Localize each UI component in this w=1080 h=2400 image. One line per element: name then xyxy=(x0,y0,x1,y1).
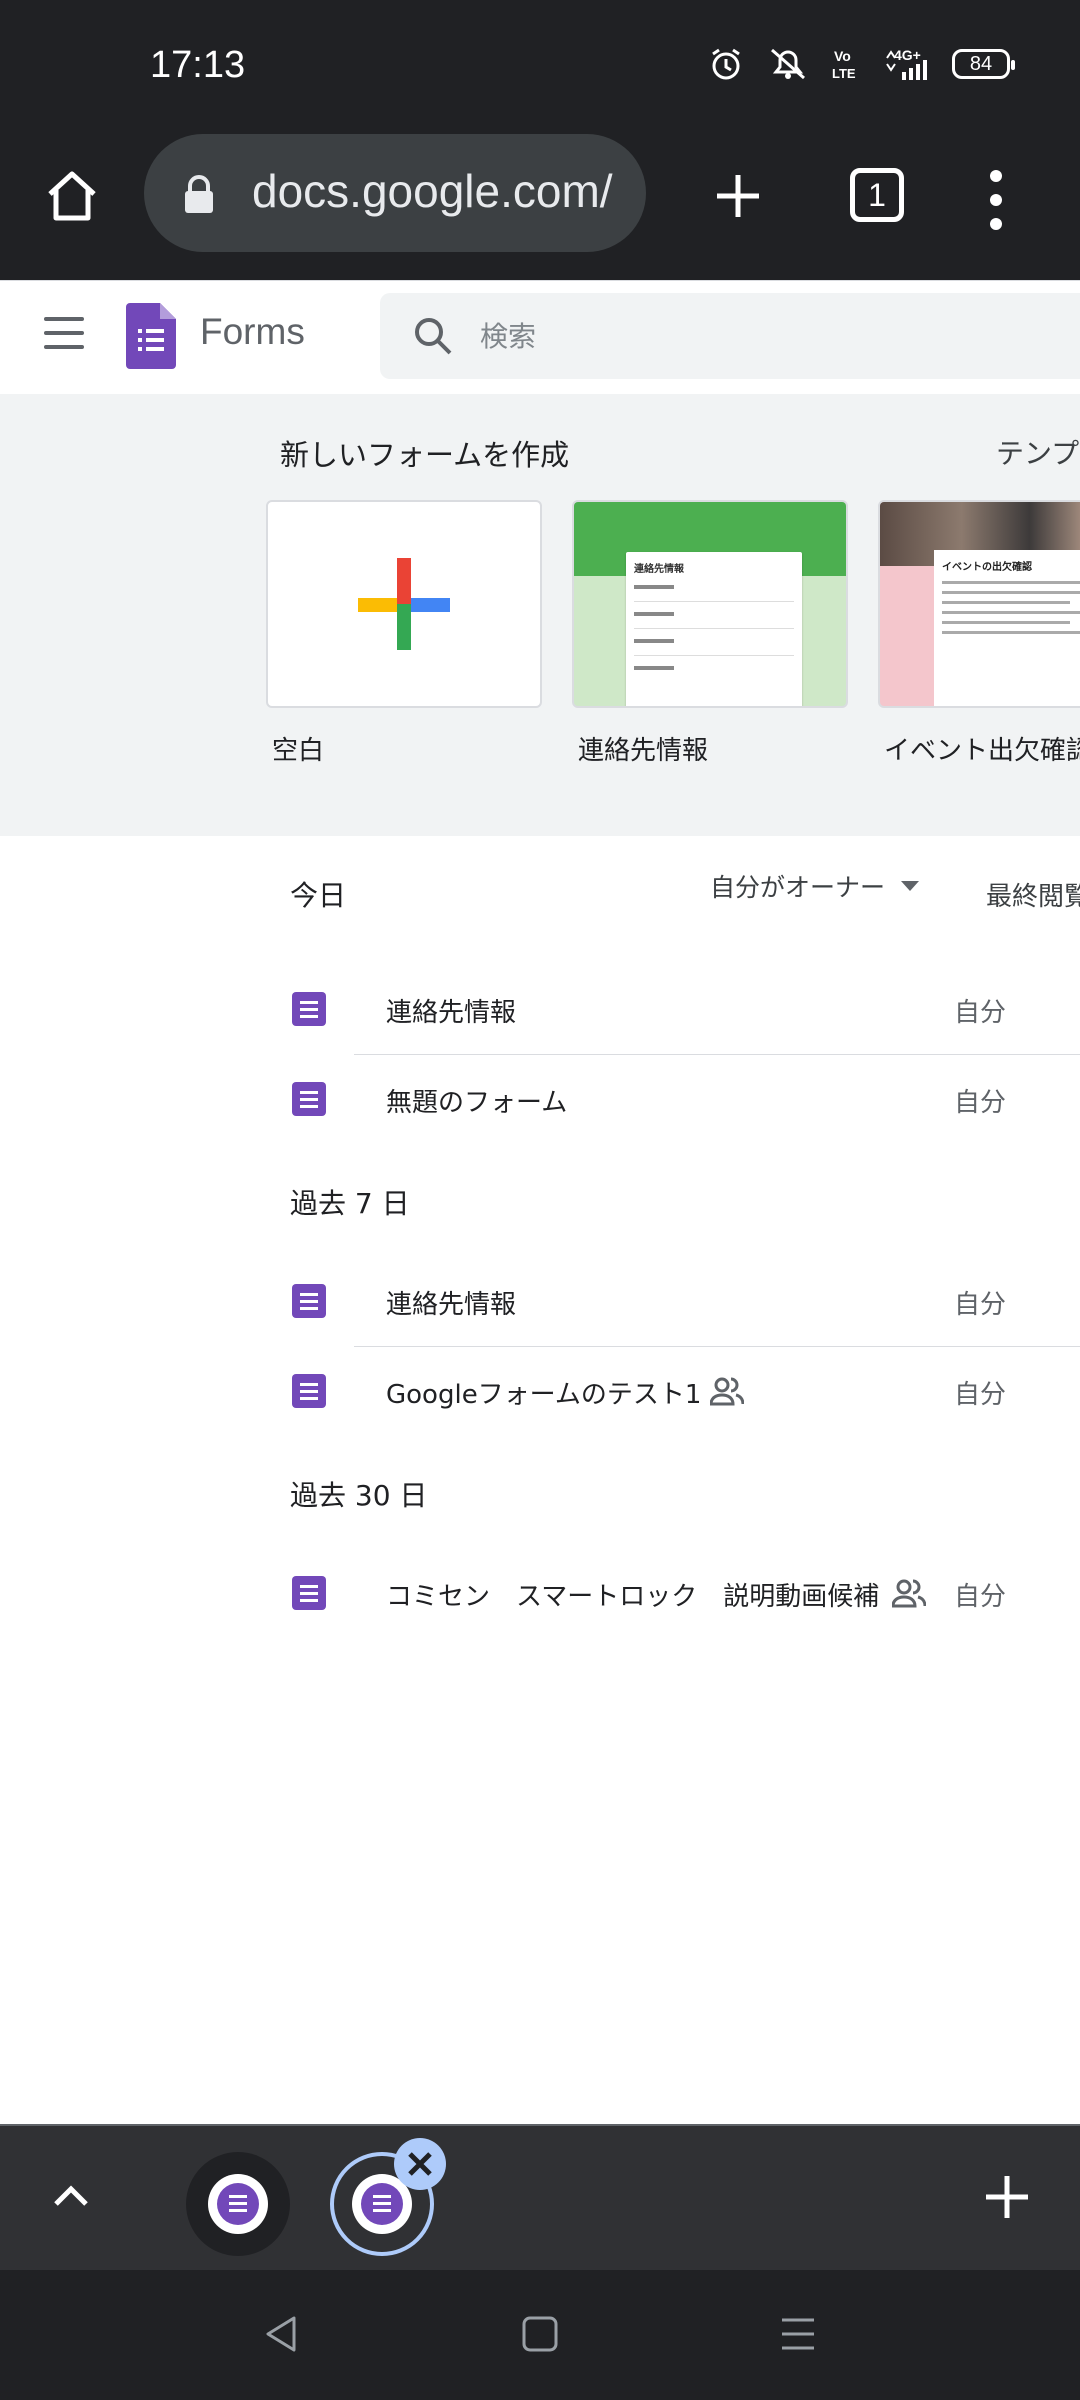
url-text: docs.google.com/ xyxy=(252,165,613,217)
url-bar[interactable]: docs.google.com/ xyxy=(144,134,646,252)
home-icon xyxy=(48,171,96,221)
dropdown-caret-icon xyxy=(901,881,920,891)
search-box[interactable] xyxy=(380,293,1080,379)
bottom-tab-strip xyxy=(0,2124,1080,2270)
new-tab-button[interactable] xyxy=(700,158,776,234)
owner-filter-dropdown[interactable]: 自分がオーナー xyxy=(710,868,920,904)
template-gallery-link[interactable]: テンプレ xyxy=(996,432,1080,472)
form-row[interactable]: 連絡先情報 自分 xyxy=(262,1256,1080,1346)
owner-filter-label: 自分がオーナー xyxy=(710,873,886,902)
add-tab-plus-icon[interactable] xyxy=(982,2172,1032,2222)
tab-chip[interactable] xyxy=(186,2152,290,2256)
template-contact-thumbnail[interactable]: 連絡先情報 xyxy=(572,500,848,708)
chevron-up-icon[interactable] xyxy=(48,2174,94,2220)
colored-plus-icon xyxy=(358,558,450,650)
overflow-menu-icon[interactable] xyxy=(966,164,1026,236)
form-title: 連絡先情報 xyxy=(386,1290,517,1320)
template-event-rsvp[interactable]: イベントの出欠確認 イベント出欠確認 xyxy=(878,500,1080,767)
svg-text:LTE: LTE xyxy=(832,66,856,81)
nav-back-button[interactable] xyxy=(252,2304,312,2364)
form-title: コミセン スマートロック 説明動画候補 xyxy=(386,1582,880,1612)
form-row[interactable]: 無題のフォーム 自分 xyxy=(262,1054,1080,1144)
system-nav-bar xyxy=(0,2270,1080,2400)
svg-text:Vo: Vo xyxy=(834,48,851,64)
template-blank[interactable]: 空白 xyxy=(266,500,542,767)
form-row[interactable]: コミセン スマートロック 説明動画候補 自分 xyxy=(262,1548,1080,1638)
forms-logo-icon xyxy=(126,303,176,369)
template-event-thumbnail[interactable]: イベントの出欠確認 xyxy=(878,500,1080,708)
close-icon xyxy=(408,2152,432,2176)
close-tab-button[interactable] xyxy=(394,2138,446,2190)
shared-people-icon xyxy=(710,1377,744,1406)
form-file-icon xyxy=(292,1082,326,1116)
plus-icon xyxy=(717,175,759,217)
form-owner: 自分 xyxy=(954,1290,1007,1320)
section-label-past-7-days: 過去 7 日 xyxy=(290,1187,410,1220)
sort-label[interactable]: 最終閲覧 xyxy=(986,876,1080,913)
form-owner: 自分 xyxy=(954,1380,1007,1410)
svg-text:4G+: 4G+ xyxy=(894,47,921,63)
main-menu-icon[interactable] xyxy=(44,317,84,349)
browser-toolbar: docs.google.com/ 1 xyxy=(0,120,1080,280)
status-bar: 17:13 Vo LTE 4G+ 84 xyxy=(0,0,1080,120)
forms-tab-icon xyxy=(217,2183,259,2225)
form-row[interactable]: Googleフォームのテスト1 自分 xyxy=(262,1346,1080,1436)
forms-tab-icon xyxy=(361,2183,403,2225)
form-title: Googleフォームのテスト1 xyxy=(386,1380,702,1410)
template-label: 連絡先情報 xyxy=(578,736,709,766)
battery-icon: 84 xyxy=(952,49,1015,79)
template-preview-form: イベントの出欠確認 xyxy=(934,550,1080,706)
recents-icon xyxy=(782,2318,814,2350)
section-label-past-30-days: 過去 30 日 xyxy=(290,1479,428,1512)
form-file-icon xyxy=(292,1576,326,1610)
status-icons: Vo LTE 4G+ 84 xyxy=(708,46,1015,82)
search-icon xyxy=(415,318,452,355)
nav-home-button[interactable] xyxy=(510,2304,570,2364)
nav-recents-button[interactable] xyxy=(768,2304,828,2364)
signal-4g-icon: 4G+ xyxy=(886,47,927,80)
form-file-icon xyxy=(292,992,326,1026)
alarm-icon xyxy=(712,48,740,80)
lock-icon xyxy=(185,175,213,213)
template-preview-form: 連絡先情報 xyxy=(626,552,802,706)
home-icon xyxy=(522,2316,558,2352)
form-title: 連絡先情報 xyxy=(386,998,517,1028)
tab-switcher-button[interactable]: 1 xyxy=(850,168,904,222)
template-label: 空白 xyxy=(272,736,325,766)
template-gallery: 新しいフォームを作成 テンプレ 空白 連絡先情報 連絡先情報 イベントの出 xyxy=(0,394,1080,836)
form-owner: 自分 xyxy=(954,998,1007,1028)
template-label: イベント出欠確認 xyxy=(884,736,1080,766)
form-owner: 自分 xyxy=(954,1088,1007,1118)
template-blank-thumbnail[interactable] xyxy=(266,500,542,708)
volte-icon: Vo LTE xyxy=(832,48,856,81)
gallery-title: 新しいフォームを作成 xyxy=(280,438,570,472)
template-contact-info[interactable]: 連絡先情報 連絡先情報 xyxy=(572,500,848,767)
section-label-today: 今日 xyxy=(290,879,347,912)
browser-home-button[interactable] xyxy=(36,160,108,232)
status-time: 17:13 xyxy=(150,44,246,86)
form-owner: 自分 xyxy=(954,1582,1007,1612)
form-file-icon xyxy=(292,1284,326,1318)
form-row[interactable]: 連絡先情報 自分 xyxy=(262,964,1080,1054)
mute-icon xyxy=(771,48,805,80)
form-title: 無題のフォーム xyxy=(386,1088,568,1118)
shared-people-icon xyxy=(892,1579,926,1608)
form-file-icon xyxy=(292,1374,326,1408)
app-name: Forms xyxy=(200,311,305,352)
forms-header: Forms xyxy=(0,280,1080,394)
search-input[interactable] xyxy=(480,313,1040,359)
back-icon xyxy=(266,2316,296,2352)
